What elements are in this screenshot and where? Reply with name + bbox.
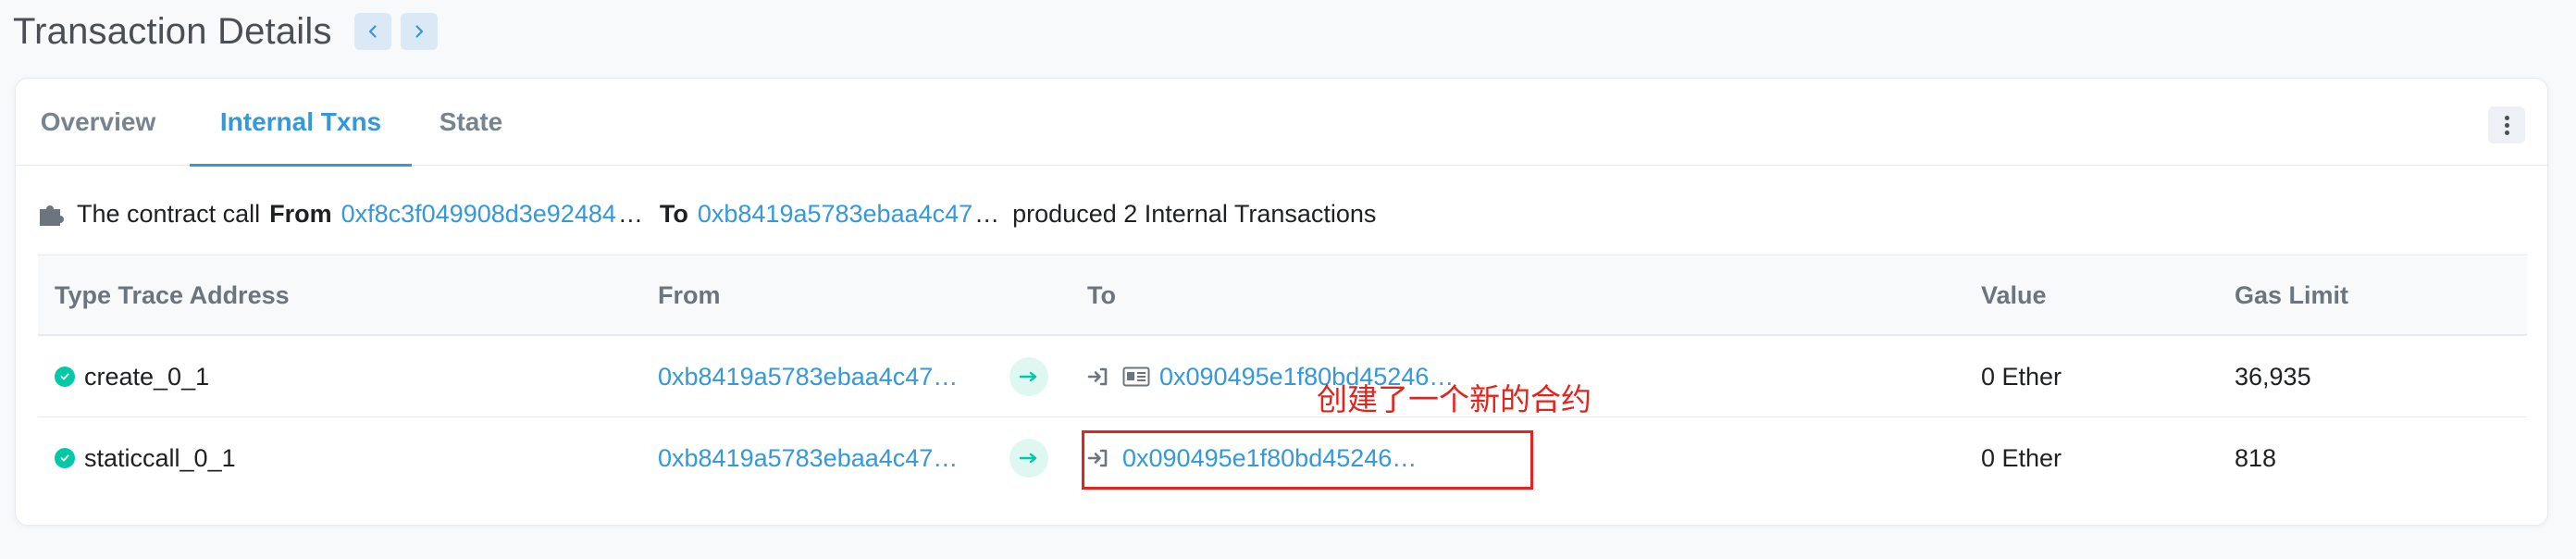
puzzle-icon — [38, 200, 69, 228]
from-address-link[interactable]: 0xb8419a5783ebaa4c47… — [658, 444, 958, 473]
type-cell: create_0_1 — [55, 336, 209, 417]
tab-bar: Overview Internal Txns State — [16, 79, 2547, 167]
direction-cell — [1009, 336, 1048, 417]
value-cell: 0 Ether — [1981, 362, 2062, 391]
direction-cell — [1009, 417, 1048, 499]
gas-limit-cell: 818 — [2235, 443, 2277, 472]
summary-to-address[interactable]: 0xb8419a5783ebaa4c47 — [698, 200, 972, 229]
annotation-text: 创建了一个新的合约 — [1317, 381, 1591, 417]
success-check-icon — [55, 366, 75, 387]
type-trace-address: create_0_1 — [84, 362, 210, 391]
type-cell: staticcall_0_1 — [55, 417, 236, 499]
summary-prefix: The contract call — [77, 199, 261, 228]
summary-to-label: To — [659, 199, 688, 228]
tab-overview[interactable]: Overview — [38, 79, 158, 166]
value-cell: 0 Ether — [1981, 443, 2062, 472]
success-check-icon — [55, 448, 75, 468]
from-address-link[interactable]: 0xb8419a5783ebaa4c47… — [658, 363, 958, 391]
tab-internal-txns[interactable]: Internal Txns — [190, 79, 412, 167]
summary-from-label: From — [269, 199, 332, 228]
more-options-button[interactable] — [2488, 106, 2525, 143]
nav-arrows — [353, 13, 438, 50]
annotation-highlight-box — [1082, 430, 1533, 490]
column-header-from: From — [658, 280, 721, 309]
from-cell: 0xb8419a5783ebaa4c47… — [658, 417, 958, 499]
next-transaction-button[interactable] — [400, 13, 438, 50]
table-header: Type Trace Address From To Value Gas Lim… — [38, 255, 2527, 336]
from-cell: 0xb8419a5783ebaa4c47… — [658, 336, 958, 417]
table-row: create_0_1 0xb8419a5783ebaa4c47… 0x09049… — [38, 336, 2527, 417]
summary-to-ellipsis: … — [974, 199, 1000, 228]
gas-limit-cell: 36,935 — [2235, 362, 2311, 391]
arrow-right-icon — [1009, 357, 1048, 396]
internal-txns-summary: The contract call From 0xf8c3f049908d3e9… — [38, 195, 1376, 232]
chevron-right-icon — [415, 25, 423, 38]
contract-icon — [1122, 366, 1150, 387]
page-header: Transaction Details — [13, 7, 438, 56]
page-title: Transaction Details — [13, 10, 332, 52]
summary-from-ellipsis: … — [617, 199, 643, 228]
more-vertical-icon — [2504, 115, 2509, 135]
chevron-left-icon — [368, 25, 377, 38]
transaction-card: Overview Internal Txns State The contrac… — [15, 78, 2548, 526]
prev-transaction-button[interactable] — [353, 13, 391, 50]
summary-from-address[interactable]: 0xf8c3f049908d3e92484 — [341, 200, 616, 229]
column-header-to: To — [1087, 280, 1116, 309]
column-header-gas-limit: Gas Limit — [2235, 280, 2349, 309]
arrow-right-icon — [1009, 439, 1048, 478]
column-header-type: Type Trace Address — [55, 280, 290, 309]
type-trace-address: staticcall_0_1 — [84, 443, 236, 472]
sign-in-icon — [1087, 366, 1109, 388]
tab-state[interactable]: State — [430, 79, 512, 166]
column-header-value: Value — [1981, 280, 2047, 309]
summary-suffix: produced 2 Internal Transactions — [1012, 199, 1377, 228]
